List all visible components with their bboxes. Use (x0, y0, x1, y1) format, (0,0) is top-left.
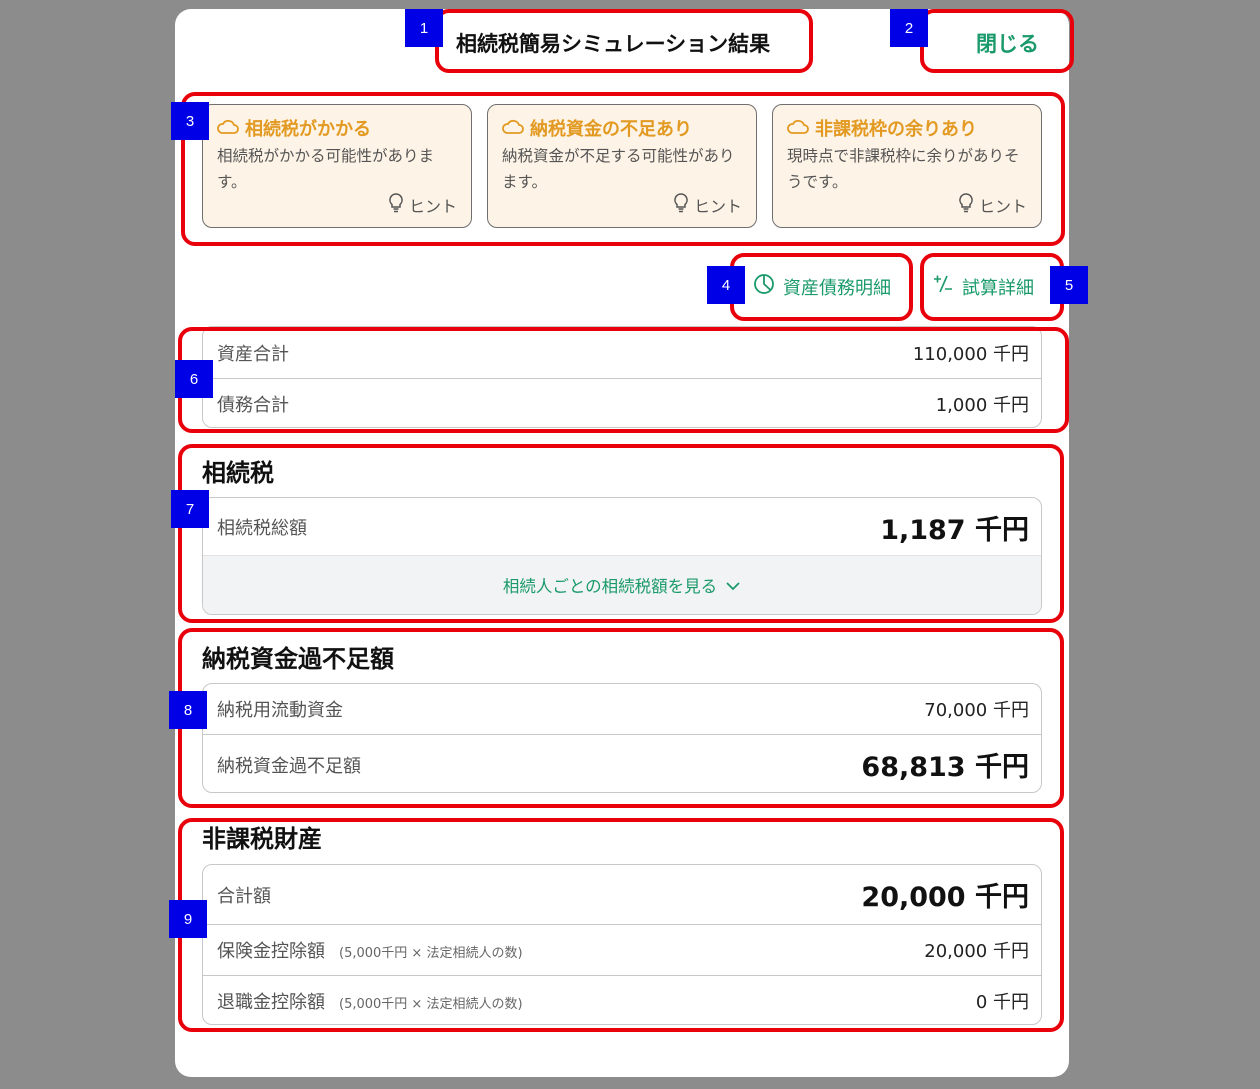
marker-6: 6 (175, 360, 213, 398)
hint-button[interactable]: ヒント (389, 193, 457, 217)
tax-free-label-text: 退職金控除額 (217, 992, 325, 1013)
funds-value: 70,000 千円 (924, 700, 1029, 721)
marker-2: 2 (890, 9, 928, 47)
marker-4: 4 (707, 266, 745, 304)
asset-debt-summary: 資産合計 110,000 千円 債務合計 1,000 千円 (202, 326, 1042, 428)
hint-button[interactable]: ヒント (674, 193, 742, 217)
asset-debt-detail-label: 資産債務明細 (783, 277, 891, 299)
chevron-down-icon (725, 576, 741, 595)
funds-label: 納税用流動資金 (217, 700, 343, 721)
calc-detail-label: 試算詳細 (962, 277, 1034, 299)
modal-title: 相続税簡易シミュレーション結果 (456, 32, 771, 56)
lightbulb-icon (389, 193, 403, 217)
alert-title: 納税資金の不足あり (530, 119, 692, 140)
tax-free-label-text: 保険金控除額 (217, 941, 325, 962)
tax-free-label: 保険金控除額 (5,000千円 × 法定相続人の数) (217, 937, 523, 963)
pie-chart-icon (753, 273, 775, 300)
expand-label: 相続人ごとの相続税額を見る (502, 577, 718, 596)
tax-free-row: 保険金控除額 (5,000千円 × 法定相続人の数) 20,000 千円 (203, 924, 1041, 975)
summary-row-assets: 資産合計 110,000 千円 (203, 327, 1041, 378)
marker-9: 9 (169, 900, 207, 938)
tax-free-panel: 合計額 20,000 千円 保険金控除額 (5,000千円 × 法定相続人の数) … (202, 864, 1042, 1025)
close-button[interactable]: 閉じる (976, 28, 1039, 58)
asset-debt-detail-link[interactable]: 資産債務明細 (753, 273, 891, 300)
summary-label: 債務合計 (217, 395, 289, 416)
plus-minus-icon (932, 273, 954, 300)
funds-panel: 納税用流動資金 70,000 千円 納税資金過不足額 68,813 千円 (202, 683, 1042, 793)
alert-title: 相続税がかかる (245, 119, 371, 140)
tax-free-heading: 非課税財産 (202, 825, 322, 853)
cloud-icon (787, 118, 809, 139)
lightbulb-icon (674, 193, 688, 217)
funds-label: 納税資金過不足額 (217, 755, 361, 777)
hint-label: ヒント (978, 197, 1027, 216)
marker-3: 3 (171, 102, 209, 140)
hint-label: ヒント (693, 197, 742, 216)
tax-free-label: 退職金控除額 (5,000千円 × 法定相続人の数) (217, 988, 523, 1014)
inheritance-tax-total-row: 相続税総額 1,187 千円 (203, 498, 1041, 556)
alert-body: 現時点で非課税枠に余りがありそうです。 (787, 147, 1020, 191)
funds-shortage-value: 68,813 千円 (861, 752, 1029, 783)
tax-free-note: (5,000千円 × 法定相続人の数) (339, 946, 523, 961)
marker-5: 5 (1050, 266, 1088, 304)
hint-button[interactable]: ヒント (959, 193, 1027, 217)
lightbulb-icon (959, 193, 973, 217)
alert-card-funds-shortage: 納税資金の不足あり 納税資金が不足する可能性があります。 ヒント (487, 104, 757, 228)
alert-body: 相続税がかかる可能性があります。 (217, 147, 435, 191)
summary-row-debts: 債務合計 1,000 千円 (203, 378, 1041, 427)
summary-label: 資産合計 (217, 343, 289, 365)
inheritance-tax-total-label: 相続税総額 (217, 518, 307, 539)
tax-free-note: (5,000千円 × 法定相続人の数) (339, 997, 523, 1012)
tax-free-value: 0 千円 (975, 992, 1029, 1013)
alert-card-inheritance-tax: 相続税がかかる 相続税がかかる可能性があります。 ヒント (202, 104, 472, 228)
marker-7: 7 (171, 490, 209, 528)
cloud-icon (217, 118, 239, 139)
cloud-icon (502, 118, 524, 139)
summary-value: 110,000 千円 (912, 343, 1029, 365)
marker-8: 8 (169, 691, 207, 729)
tax-free-total-label: 合計額 (217, 885, 271, 907)
alert-title: 非課税枠の余りあり (815, 119, 977, 140)
funds-row: 納税資金過不足額 68,813 千円 (203, 734, 1041, 792)
inheritance-tax-heading: 相続税 (202, 459, 274, 487)
tax-free-total-row: 合計額 20,000 千円 (203, 865, 1041, 924)
per-heir-tax-expand-button[interactable]: 相続人ごとの相続税額を見る (203, 555, 1041, 614)
alert-card-tax-free-remaining: 非課税枠の余りあり 現時点で非課税枠に余りがありそうです。 ヒント (772, 104, 1042, 228)
marker-1: 1 (405, 9, 443, 47)
funds-heading: 納税資金過不足額 (202, 645, 394, 673)
summary-value: 1,000 千円 (935, 395, 1029, 416)
inheritance-tax-total-value: 1,187 千円 (880, 514, 1029, 546)
funds-row: 納税用流動資金 70,000 千円 (203, 684, 1041, 734)
tax-free-row: 退職金控除額 (5,000千円 × 法定相続人の数) 0 千円 (203, 975, 1041, 1024)
tax-free-value: 20,000 千円 (924, 941, 1029, 962)
inheritance-tax-panel: 相続税総額 1,187 千円 相続人ごとの相続税額を見る (202, 497, 1042, 615)
calc-detail-link[interactable]: 試算詳細 (932, 273, 1034, 300)
hint-label: ヒント (408, 197, 457, 216)
tax-free-total-value: 20,000 千円 (861, 882, 1029, 913)
alert-body: 納税資金が不足する可能性があります。 (502, 147, 735, 191)
